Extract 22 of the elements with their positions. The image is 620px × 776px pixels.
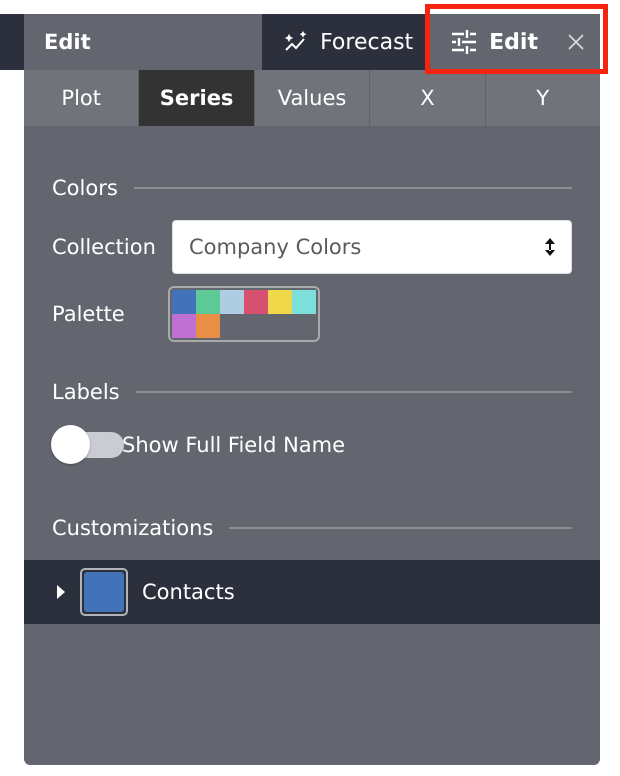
series-label: Contacts (142, 580, 235, 604)
caret-right-icon[interactable] (56, 585, 66, 599)
sliders-icon (451, 30, 478, 54)
sort-arrows-icon (545, 238, 555, 256)
sub-tab[interactable]: Plot (24, 70, 138, 126)
toggle-label: Show Full Field Name (122, 433, 346, 457)
field-label: Palette (52, 302, 126, 326)
field-label: Collection (52, 235, 157, 259)
sub-tab[interactable]: Y (484, 70, 600, 126)
sub-tab[interactable]: X (369, 70, 485, 126)
section-heading: Colors (52, 176, 118, 200)
close-icon[interactable] (568, 34, 584, 50)
section-heading: Labels (52, 380, 120, 404)
palette-swatch[interactable] (168, 286, 320, 342)
sub-tab[interactable]: Values (254, 70, 370, 126)
sidebar-strip (0, 14, 24, 70)
series-color-swatch[interactable] (80, 568, 128, 616)
section-heading: Customizations (52, 516, 214, 540)
sub-tab[interactable]: Series (138, 70, 254, 126)
collection-select[interactable]: Company Colors (172, 220, 572, 274)
toggle-switch[interactable] (50, 424, 124, 466)
sparkle-chart-icon (284, 31, 308, 53)
